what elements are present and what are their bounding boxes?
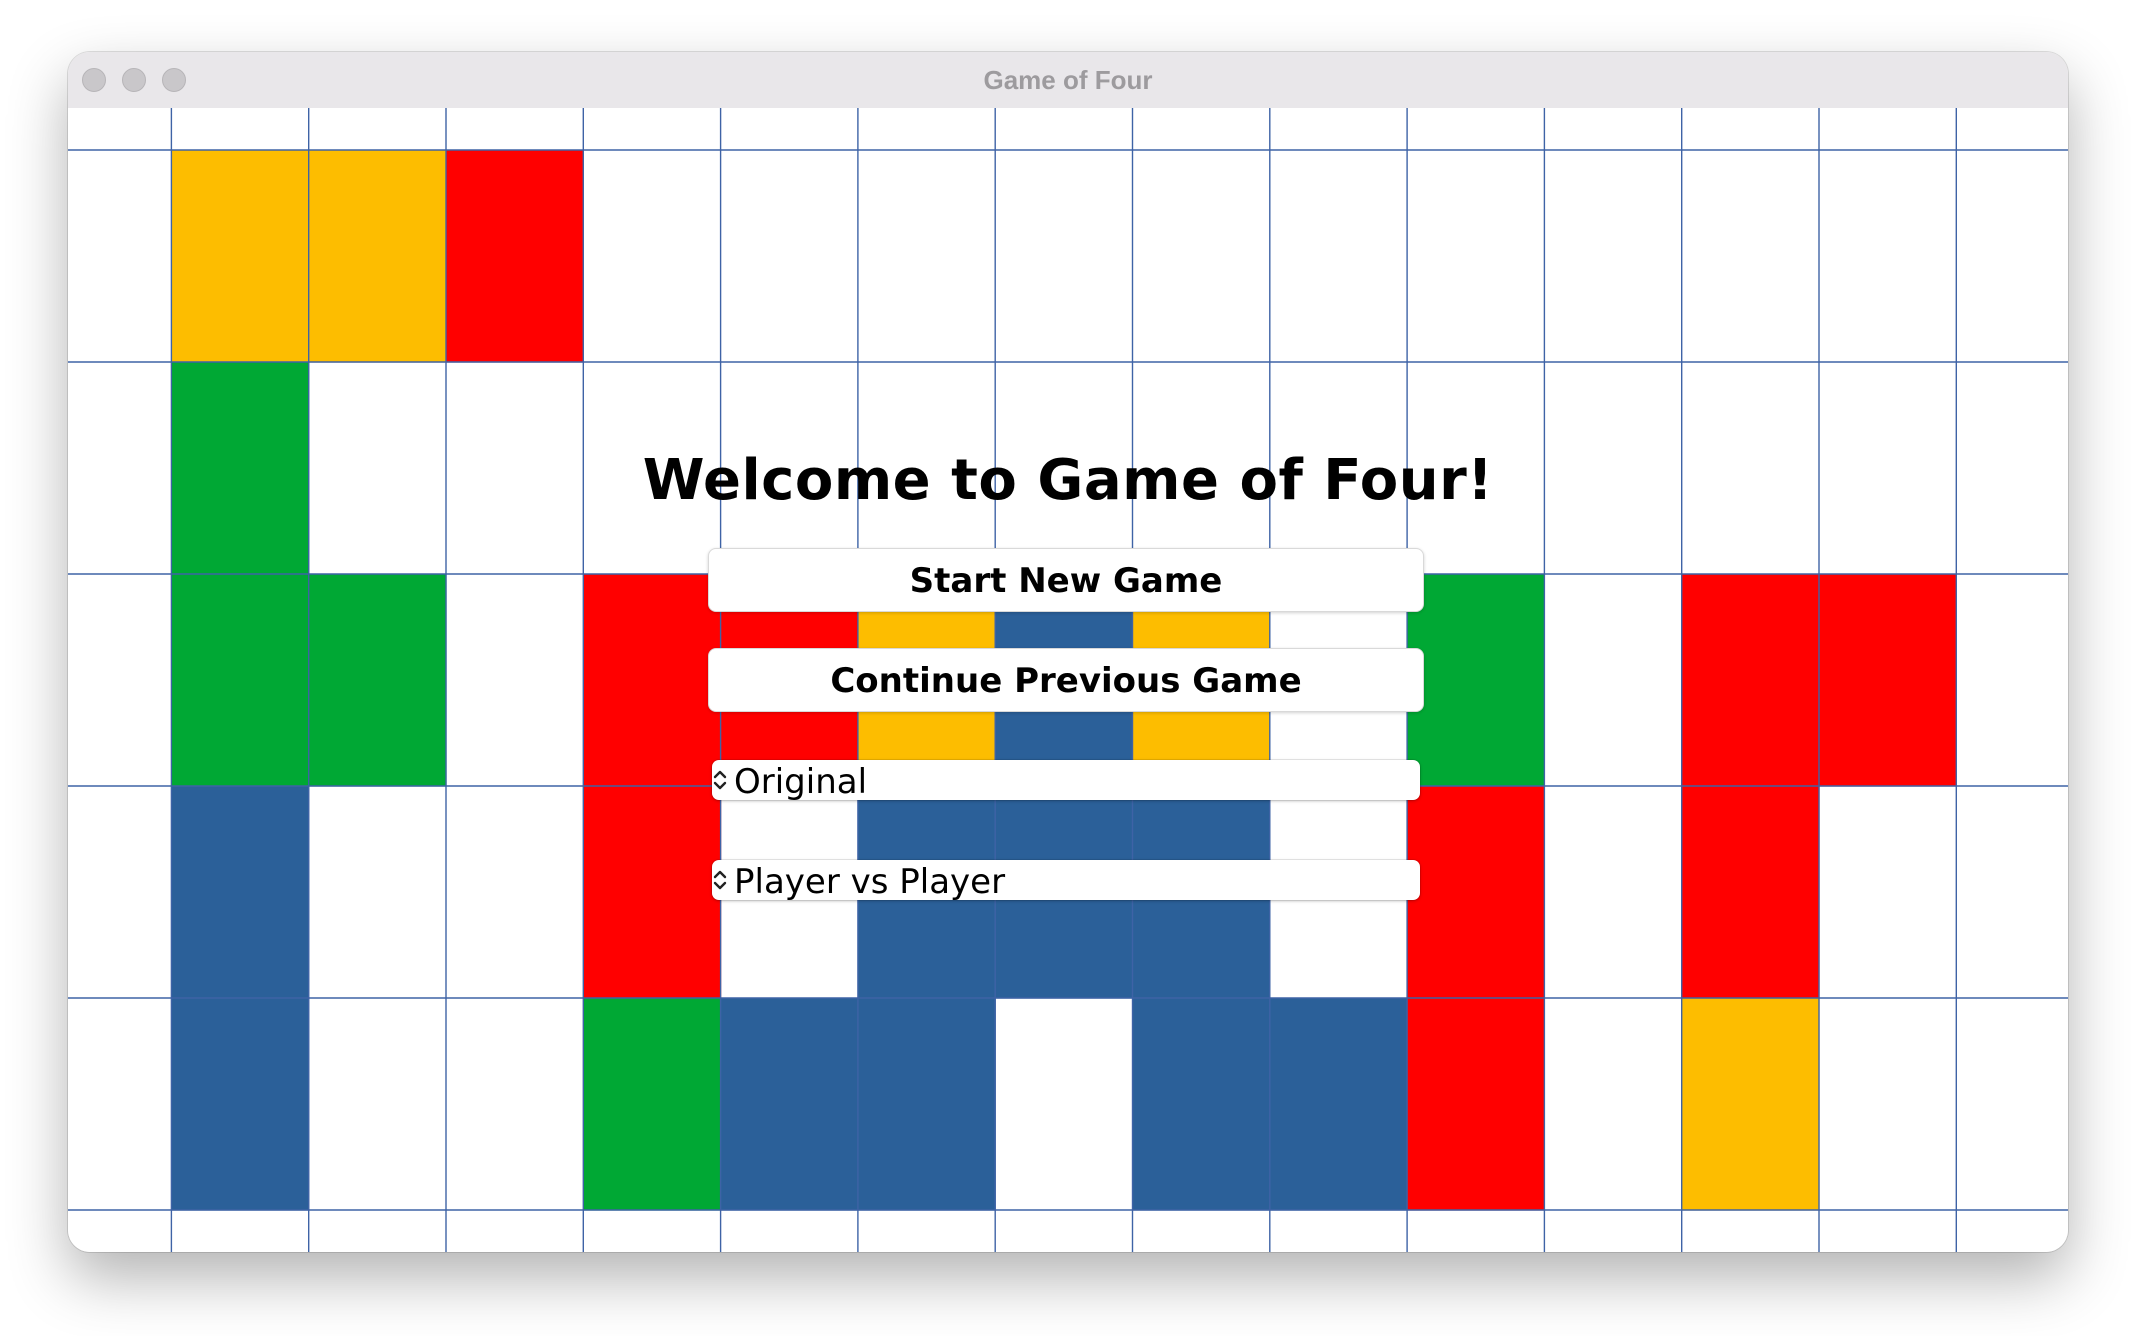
board-piece	[1407, 998, 1545, 1211]
board-piece	[857, 998, 996, 1211]
title-bar: Game of Four	[68, 52, 2068, 109]
board-piece	[171, 786, 310, 999]
board-piece	[308, 150, 447, 363]
chevron-updown-icon	[713, 870, 727, 890]
board-piece	[171, 150, 310, 363]
player-mode-select[interactable]: Player vs Player	[712, 860, 1420, 902]
window-title: Game of Four	[983, 65, 1153, 95]
board-piece	[720, 998, 859, 1211]
board-piece	[1681, 998, 1820, 1211]
board-piece	[308, 574, 447, 787]
chevron-updown-icon	[713, 770, 727, 790]
board-piece	[1407, 574, 1545, 787]
board-piece	[1407, 786, 1545, 999]
app-window: Game of Four Welcome to Game of Four! St…	[68, 52, 2068, 1252]
game-mode-selected-value: Original	[734, 762, 868, 802]
game-board: Welcome to Game of Four! Start New Game …	[68, 108, 2068, 1252]
game-mode-select[interactable]: Original	[712, 760, 1420, 802]
player-mode-selected-value: Player vs Player	[734, 862, 1006, 902]
board-piece	[1132, 998, 1271, 1211]
board-piece	[1681, 574, 1820, 787]
board-piece	[583, 574, 722, 787]
board-piece	[583, 998, 722, 1211]
board-piece	[171, 998, 310, 1211]
board-piece	[1269, 998, 1408, 1211]
continue-previous-game-button[interactable]: Continue Previous Game	[708, 648, 1424, 712]
welcome-title: Welcome to Game of Four!	[642, 448, 1494, 513]
board-piece	[1819, 574, 1957, 787]
board-piece	[583, 786, 722, 999]
board-piece	[171, 574, 310, 787]
start-new-game-button[interactable]: Start New Game	[708, 548, 1424, 612]
board-piece	[446, 150, 584, 363]
board-piece	[1681, 786, 1820, 999]
